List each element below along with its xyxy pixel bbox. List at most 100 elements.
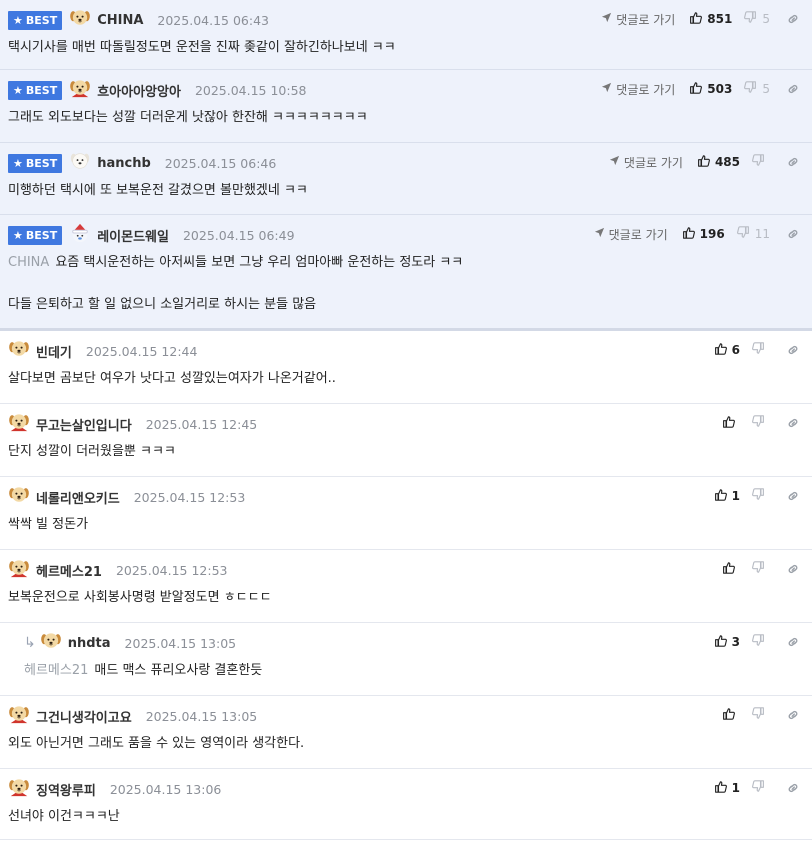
avatar[interactable] xyxy=(69,150,97,176)
like-count: 1 xyxy=(731,489,740,503)
dislike-button[interactable]: 11 xyxy=(736,226,770,242)
goto-comment-link[interactable]: 댓글로 가기 xyxy=(609,154,683,171)
avatar[interactable] xyxy=(40,630,68,656)
like-button[interactable]: 6 xyxy=(714,342,740,358)
link-icon[interactable] xyxy=(786,12,800,26)
goto-comment-link[interactable]: 댓글로 가기 xyxy=(601,11,675,28)
nickname[interactable]: 무고는살인입니다 xyxy=(36,415,132,434)
nickname[interactable]: 징역왕루피 xyxy=(36,780,96,799)
goto-comment-link[interactable]: 댓글로 가기 xyxy=(601,81,675,98)
link-icon[interactable] xyxy=(786,155,800,169)
thumb-up-icon xyxy=(689,11,707,27)
comment-actions: 댓글로 가기 503 5 xyxy=(601,79,800,99)
dislike-button[interactable]: 5 xyxy=(744,11,770,27)
dislike-button[interactable] xyxy=(752,780,770,796)
nickname[interactable]: 레이몬드웨일 xyxy=(97,226,169,245)
dislike-button[interactable] xyxy=(752,415,770,431)
thumb-up-icon xyxy=(682,226,700,242)
avatar[interactable] xyxy=(8,557,36,583)
comment-meta: ★ BEST hanchb 2025.04.15 06:46 xyxy=(8,153,276,173)
comment-body: 보복운전으로 사회봉사명령 받알정도면 ㅎㄷㄷㄷ xyxy=(8,588,272,608)
like-button[interactable] xyxy=(722,561,740,577)
comment-text: 선녀야 이건ㅋㅋㅋ난 xyxy=(8,809,120,824)
like-count: 3 xyxy=(731,635,740,649)
nickname[interactable]: 빈데기 xyxy=(36,342,72,361)
comment-actions xyxy=(722,413,800,433)
like-button[interactable]: 196 xyxy=(682,226,725,242)
link-icon[interactable] xyxy=(786,489,800,503)
avatar[interactable] xyxy=(8,338,36,364)
avatar[interactable] xyxy=(69,77,97,103)
dislike-button[interactable]: 5 xyxy=(744,81,770,97)
best-label: BEST xyxy=(25,228,58,242)
comment-actions: 댓글로 가기 851 5 xyxy=(601,9,800,29)
like-button[interactable] xyxy=(722,707,740,723)
comment: 그건니생각이고요 2025.04.15 13:05 외도 아닌거면 그래도 품을 수… xyxy=(0,696,812,769)
thumb-up-icon xyxy=(714,488,732,504)
link-icon[interactable] xyxy=(786,635,800,649)
like-button[interactable]: 503 xyxy=(689,81,732,97)
dislike-button[interactable] xyxy=(752,154,770,170)
thumb-up-icon xyxy=(714,342,732,358)
nickname[interactable]: hanchb xyxy=(97,156,151,171)
avatar[interactable] xyxy=(69,7,97,33)
thumb-up-icon xyxy=(714,780,732,796)
like-button[interactable]: 1 xyxy=(714,780,740,796)
mention[interactable]: 헤르메스21 xyxy=(24,663,88,678)
comment-body: CHINA 요즘 택시운전하는 아저씨들 보면 그냥 우리 엄마아빠 운전하는 정… xyxy=(8,253,463,315)
send-icon xyxy=(601,82,616,96)
dislike-count: 5 xyxy=(762,82,770,96)
nickname[interactable]: 헤르메스21 xyxy=(36,561,102,580)
goto-comment-link[interactable]: 댓글로 가기 xyxy=(594,226,668,243)
like-button[interactable]: 1 xyxy=(714,488,740,504)
like-button[interactable] xyxy=(722,415,740,431)
nickname[interactable]: 네롤리앤오키드 xyxy=(36,488,120,507)
star-icon: ★ xyxy=(13,228,23,242)
comment-actions xyxy=(722,705,800,725)
comment: 헤르메스21 2025.04.15 12:53 보복운전으로 사회봉사명령 받알정도… xyxy=(0,550,812,623)
like-button[interactable]: 851 xyxy=(689,11,732,27)
avatar[interactable] xyxy=(8,703,36,729)
star-icon: ★ xyxy=(13,83,23,97)
comment-text: 요즘 택시운전하는 아저씨들 보면 그냥 우리 엄마아빠 운전하는 정도라 ㅋㅋ xyxy=(55,255,464,270)
dislike-button[interactable] xyxy=(752,634,770,650)
link-icon[interactable] xyxy=(786,781,800,795)
link-icon[interactable] xyxy=(786,416,800,430)
like-count: 503 xyxy=(707,82,733,96)
like-button[interactable]: 3 xyxy=(714,634,740,650)
thumb-down-icon xyxy=(752,342,770,358)
star-icon: ★ xyxy=(13,156,23,170)
mention[interactable]: CHINA xyxy=(8,255,49,270)
comment-actions: 1 xyxy=(714,778,800,798)
thumb-down-icon xyxy=(744,11,762,27)
dislike-button[interactable] xyxy=(752,707,770,723)
avatar[interactable] xyxy=(8,484,36,510)
avatar[interactable] xyxy=(8,411,36,437)
best-badge: ★ BEST xyxy=(8,225,63,245)
comment-date: 2025.04.15 06:46 xyxy=(164,155,277,171)
nickname[interactable]: 흐아아아앙앙아 xyxy=(97,81,181,100)
thumb-up-icon xyxy=(697,154,715,170)
thumb-down-icon xyxy=(736,226,755,242)
link-icon[interactable] xyxy=(786,562,800,576)
link-icon[interactable] xyxy=(786,82,800,96)
dislike-button[interactable] xyxy=(752,488,770,504)
link-icon[interactable] xyxy=(786,343,800,357)
link-icon[interactable] xyxy=(786,708,800,722)
nickname[interactable]: CHINA xyxy=(97,13,143,28)
dislike-button[interactable] xyxy=(752,342,770,358)
comment-text-2: 다들 은퇴하고 할 일 없으니 소일거리로 하시는 분들 많음 xyxy=(8,297,317,312)
link-icon[interactable] xyxy=(786,227,800,241)
nickname[interactable]: 그건니생각이고요 xyxy=(36,707,132,726)
comment-meta: 그건니생각이고요 2025.04.15 13:05 xyxy=(8,706,257,726)
avatar[interactable] xyxy=(8,776,36,802)
dislike-button[interactable] xyxy=(752,561,770,577)
thumb-down-icon xyxy=(752,780,770,796)
comment-text: 살다보면 곰보단 여우가 낫다고 성깔있는여자가 나온거같어.. xyxy=(8,371,336,386)
best-badge: ★ BEST xyxy=(8,153,63,173)
nickname[interactable]: nhdta xyxy=(68,636,111,651)
avatar[interactable] xyxy=(69,222,97,248)
like-button[interactable]: 485 xyxy=(697,154,740,170)
thumb-up-icon xyxy=(714,634,732,650)
like-count: 1 xyxy=(731,781,740,795)
